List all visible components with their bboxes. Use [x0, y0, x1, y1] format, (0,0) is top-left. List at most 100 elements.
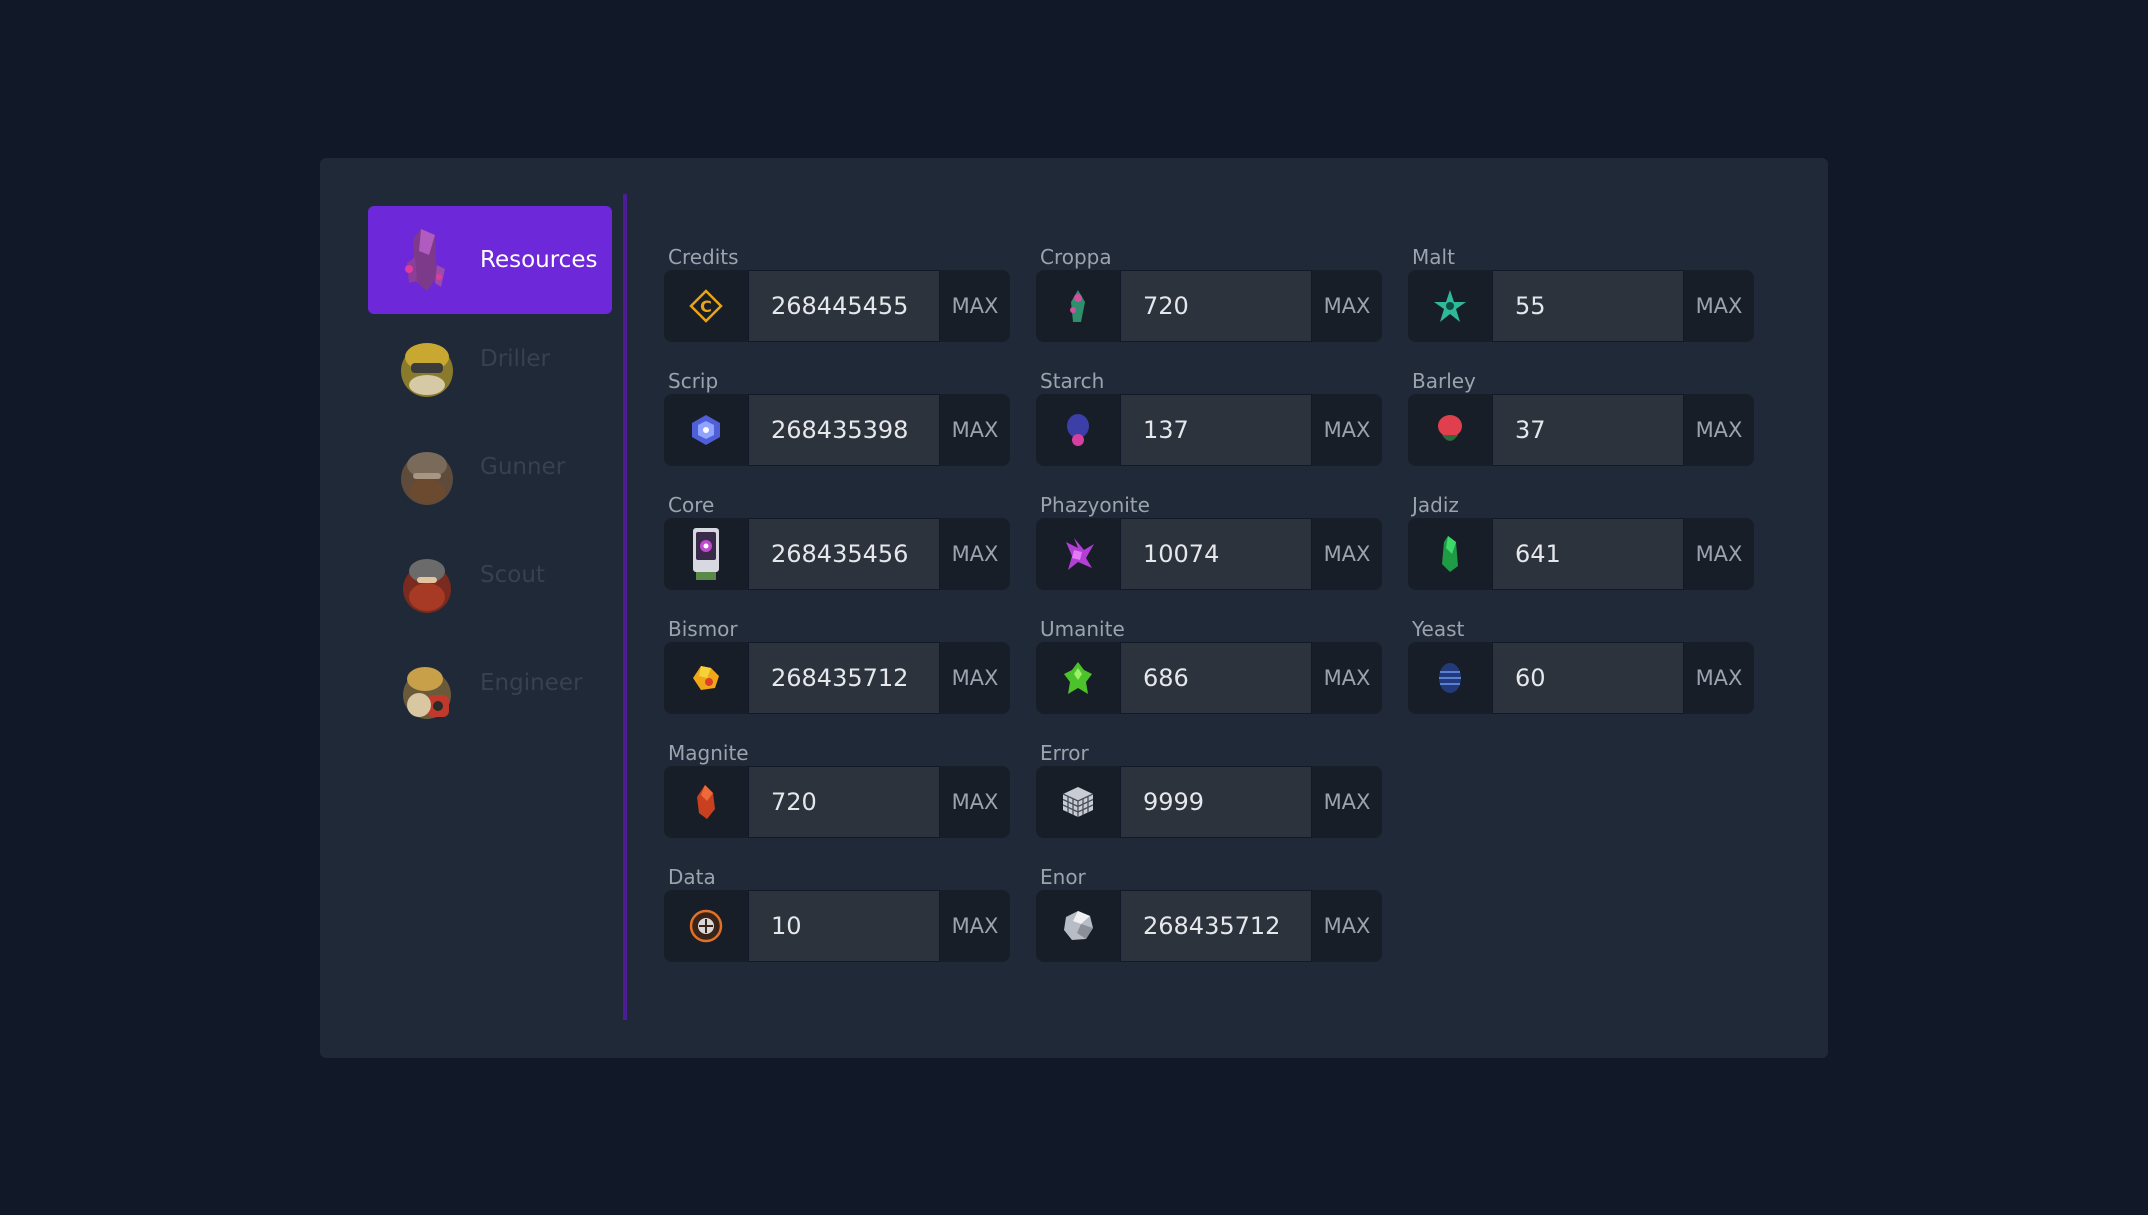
umanite-max-button[interactable]: MAX — [1312, 642, 1382, 714]
sidebar-item-scout[interactable]: Scout — [368, 530, 612, 638]
resource-field-core: Core MAX — [664, 492, 1010, 590]
barley-max-button[interactable]: MAX — [1684, 394, 1754, 466]
croppa-icon — [1036, 270, 1120, 342]
scrip-icon — [664, 394, 748, 466]
jadiz-max-button[interactable]: MAX — [1684, 518, 1754, 590]
field-label: Jadiz — [1412, 493, 1459, 517]
field-label: Data — [668, 865, 716, 889]
enor-icon — [1036, 890, 1120, 962]
resource-field-enor: Enor MAX — [1036, 864, 1382, 962]
field-label: Scrip — [668, 369, 719, 393]
resources-panel: Resources Driller Gunner Scout Engineer … — [320, 158, 1828, 1058]
magnite-icon — [664, 766, 748, 838]
resource-field-yeast: Yeast MAX — [1408, 616, 1754, 714]
phazyonite-icon — [1036, 518, 1120, 590]
malt-input[interactable] — [1492, 270, 1684, 342]
field-label: Credits — [668, 245, 739, 269]
sidebar-item-label: Gunner — [480, 454, 566, 480]
bismor-icon — [664, 642, 748, 714]
svg-text:C: C — [700, 297, 712, 316]
error-cube-icon — [1036, 766, 1120, 838]
field-label: Phazyonite — [1040, 493, 1150, 517]
sidebar-item-resources[interactable]: Resources — [368, 206, 612, 314]
field-label: Yeast — [1412, 617, 1465, 641]
bismor-max-button[interactable]: MAX — [940, 642, 1010, 714]
field-label: Umanite — [1040, 617, 1125, 641]
phazyonite-max-button[interactable]: MAX — [1312, 518, 1382, 590]
croppa-input[interactable] — [1120, 270, 1312, 342]
resource-field-malt: Malt MAX — [1408, 244, 1754, 342]
field-label: Malt — [1412, 245, 1455, 269]
resource-field-credits: Credits C MAX — [664, 244, 1010, 342]
data-max-button[interactable]: MAX — [940, 890, 1010, 962]
phazyonite-input[interactable] — [1120, 518, 1312, 590]
resource-field-jadiz: Jadiz MAX — [1408, 492, 1754, 590]
sidebar-item-engineer[interactable]: Engineer — [368, 638, 612, 746]
sidebar-item-label: Scout — [480, 562, 545, 588]
resource-field-error: Error MAX — [1036, 740, 1382, 838]
starch-max-button[interactable]: MAX — [1312, 394, 1382, 466]
sidebar-item-label: Engineer — [480, 670, 583, 696]
credits-max-button[interactable]: MAX — [940, 270, 1010, 342]
sidebar: Resources Driller Gunner Scout Engineer — [368, 206, 612, 746]
sidebar-item-driller[interactable]: Driller — [368, 314, 612, 422]
field-label: Starch — [1040, 369, 1105, 393]
resource-field-magnite: Magnite MAX — [664, 740, 1010, 838]
jadiz-icon — [1408, 518, 1492, 590]
jadiz-input[interactable] — [1492, 518, 1684, 590]
engineer-avatar-icon — [396, 656, 458, 726]
magnite-max-button[interactable]: MAX — [940, 766, 1010, 838]
resource-grid: Credits C MAX Croppa — [664, 244, 1754, 962]
gunner-avatar-icon — [396, 440, 458, 510]
scrip-max-button[interactable]: MAX — [940, 394, 1010, 466]
field-label: Bismor — [668, 617, 738, 641]
umanite-input[interactable] — [1120, 642, 1312, 714]
field-label: Croppa — [1040, 245, 1112, 269]
divider — [623, 194, 627, 1020]
empty-cell — [1408, 740, 1754, 838]
sidebar-item-gunner[interactable]: Gunner — [368, 422, 612, 530]
core-input[interactable] — [748, 518, 940, 590]
resource-field-croppa: Croppa MAX — [1036, 244, 1382, 342]
field-label: Barley — [1412, 369, 1476, 393]
error-max-button[interactable]: MAX — [1312, 766, 1382, 838]
magnite-input[interactable] — [748, 766, 940, 838]
field-label: Error — [1040, 741, 1089, 765]
malt-icon — [1408, 270, 1492, 342]
core-icon — [664, 518, 748, 590]
resource-field-data: Data MAX — [664, 864, 1010, 962]
umanite-icon — [1036, 642, 1120, 714]
resource-field-bismor: Bismor MAX — [664, 616, 1010, 714]
field-label: Magnite — [668, 741, 749, 765]
credits-input[interactable] — [748, 270, 940, 342]
sidebar-item-label: Driller — [480, 346, 550, 372]
barley-input[interactable] — [1492, 394, 1684, 466]
resource-field-phazyonite: Phazyonite MAX — [1036, 492, 1382, 590]
scrip-input[interactable] — [748, 394, 940, 466]
core-max-button[interactable]: MAX — [940, 518, 1010, 590]
error-input[interactable] — [1120, 766, 1312, 838]
resource-field-umanite: Umanite MAX — [1036, 616, 1382, 714]
resource-field-starch: Starch MAX — [1036, 368, 1382, 466]
credits-icon: C — [664, 270, 748, 342]
data-icon — [664, 890, 748, 962]
field-label: Enor — [1040, 865, 1086, 889]
resource-field-scrip: Scrip MAX — [664, 368, 1010, 466]
scout-avatar-icon — [396, 548, 458, 618]
yeast-icon — [1408, 642, 1492, 714]
field-label: Core — [668, 493, 715, 517]
bismor-input[interactable] — [748, 642, 940, 714]
malt-max-button[interactable]: MAX — [1684, 270, 1754, 342]
driller-avatar-icon — [396, 332, 458, 402]
enor-max-button[interactable]: MAX — [1312, 890, 1382, 962]
starch-icon — [1036, 394, 1120, 466]
data-input[interactable] — [748, 890, 940, 962]
crystal-icon — [396, 225, 458, 295]
yeast-max-button[interactable]: MAX — [1684, 642, 1754, 714]
sidebar-item-label: Resources — [480, 247, 598, 273]
starch-input[interactable] — [1120, 394, 1312, 466]
yeast-input[interactable] — [1492, 642, 1684, 714]
croppa-max-button[interactable]: MAX — [1312, 270, 1382, 342]
enor-input[interactable] — [1120, 890, 1312, 962]
barley-icon — [1408, 394, 1492, 466]
